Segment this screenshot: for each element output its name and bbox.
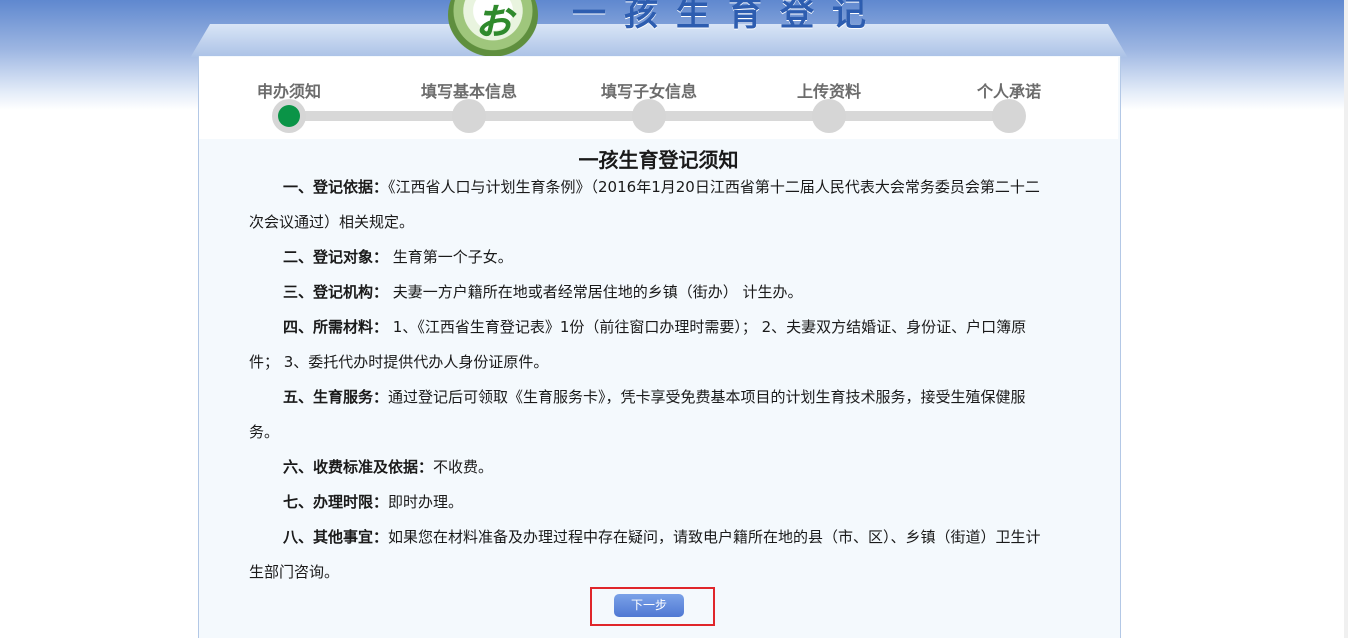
notice-item: 八、其他事宜：如果您在材料准备及办理过程中存在疑问，请致电户籍所在地的县（市、区… [249, 520, 1047, 590]
notice-item: 五、生育服务：通过登记后可领取《生育服务卡》，凭卡享受免费基本项目的计划生育技术… [249, 380, 1047, 450]
notice-item: 六、收费标准及依据：不收费。 [249, 450, 1047, 485]
notice-title: 一孩生育登记须知 [578, 148, 739, 172]
next-step-button[interactable]: 下一步 [614, 594, 684, 617]
notice-term: 四、所需材料： [283, 318, 389, 336]
notice-item: 二、登记对象： 生育第一个子女。 [249, 240, 1047, 275]
emblem-icon: ぉ [472, 0, 516, 44]
notice-text: 夫妻一方户籍所在地或者经常居住地的乡镇（街办） 计生办。 [388, 283, 803, 301]
page-scrollbar[interactable] [1344, 0, 1348, 638]
notice-term: 一、登记依据： [283, 178, 389, 196]
banner-title: 一孩生育登记 [572, 0, 884, 34]
step-dot-active [272, 99, 306, 133]
notice-term: 五、生育服务： [283, 388, 389, 406]
notice-term: 八、其他事宜： [283, 528, 389, 546]
notice-text: 即时办理。 [388, 493, 464, 511]
step-dot [632, 99, 666, 133]
notice-item: 三、登记机构： 夫妻一方户籍所在地或者经常居住地的乡镇（街办） 计生办。 [249, 275, 1047, 310]
step-dot [812, 99, 846, 133]
notice-text: 生育第一个子女。 [388, 248, 513, 266]
notice-item: 七、办理时限：即时办理。 [249, 485, 1047, 520]
notice-term: 三、登记机构： [283, 283, 389, 301]
step-dot [992, 99, 1026, 133]
notice-body: 一、登记依据：《江西省人口与计划生育条例》（2016年1月20日江西省第十二届人… [249, 170, 1047, 590]
notice-term: 六、收费标准及依据： [283, 458, 434, 476]
notice-term: 七、办理时限： [283, 493, 389, 511]
notice-item: 四、所需材料： 1、《江西省生育登记表》1份（前往窗口办理时需要）； 2、夫妻双… [249, 310, 1047, 380]
notice-text: 不收费。 [433, 458, 494, 476]
notice-term: 二、登记对象： [283, 248, 389, 266]
notice-item: 一、登记依据：《江西省人口与计划生育条例》（2016年1月20日江西省第十二届人… [249, 170, 1047, 240]
step-dot [452, 99, 486, 133]
